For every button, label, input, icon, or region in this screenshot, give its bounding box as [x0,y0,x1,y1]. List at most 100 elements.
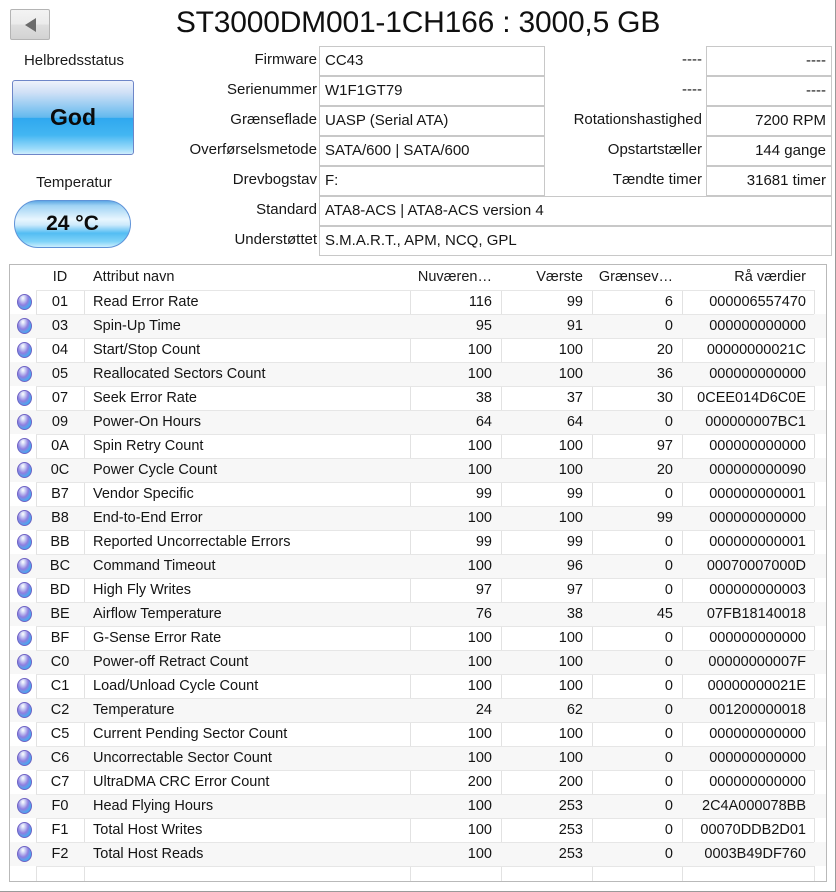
table-row[interactable]: 09Power-On Hours64640000000007BC1 [10,410,826,434]
info-label: Opstartstæller [548,136,702,166]
status-orb-icon [17,702,32,718]
table-row[interactable]: 04Start/Stop Count1001002000000000021C [10,338,826,362]
attribute-threshold: 6 [592,290,682,314]
table-row[interactable]: 05Reallocated Sectors Count1001003600000… [10,362,826,386]
attribute-current: 100 [410,650,501,674]
attribute-current: 100 [410,338,501,362]
table-row[interactable]: BCCommand Timeout10096000070007000D [10,554,826,578]
attribute-id: 0A [36,434,84,458]
attribute-worst: 253 [501,842,592,866]
table-row[interactable]: C1Load/Unload Cycle Count100100000000000… [10,674,826,698]
table-row[interactable]: B8End-to-End Error10010099000000000000 [10,506,826,530]
status-orb-icon [10,674,36,698]
attribute-raw: 000000000001 [682,530,814,554]
attribute-raw: 000006557470 [682,290,814,314]
attribute-current: 100 [410,842,501,866]
column-header-threshold[interactable]: Grænsev… [592,265,682,290]
table-row[interactable]: 0CPower Cycle Count10010020000000000090 [10,458,826,482]
attribute-worst: 100 [501,746,592,770]
status-orb-icon [10,722,36,746]
table-row[interactable]: B7Vendor Specific99990000000000001 [10,482,826,506]
table-row[interactable]: C6Uncorrectable Sector Count100100000000… [10,746,826,770]
status-orb-icon [17,294,32,310]
attribute-name: Power Cycle Count [84,458,410,482]
table-row[interactable]: BFG-Sense Error Rate1001000000000000000 [10,626,826,650]
attribute-threshold: 0 [592,842,682,866]
info-value[interactable]: 144 gange [706,136,832,166]
status-orb-icon [17,558,32,574]
attribute-worst: 100 [501,506,592,530]
attribute-current: 200 [410,770,501,794]
info-value[interactable]: ---- [706,46,832,76]
status-orb-icon [17,726,32,742]
table-row[interactable]: 07Seek Error Rate3837300CEE014D6C0E [10,386,826,410]
attribute-name: Load/Unload Cycle Count [84,674,410,698]
table-header-row: IDAttribut navnNuværen…VærsteGrænsev…Rå … [10,265,826,290]
attribute-threshold: 0 [592,530,682,554]
column-header-id[interactable]: ID [36,265,84,290]
attribute-threshold: 36 [592,362,682,386]
attribute-id: C0 [36,650,84,674]
table-row[interactable]: C2Temperature24620001200000018 [10,698,826,722]
table-row[interactable]: BBReported Uncorrectable Errors999900000… [10,530,826,554]
smart-attributes-table[interactable]: IDAttribut navnNuværen…VærsteGrænsev…Rå … [9,264,827,882]
column-header-current[interactable]: Nuværen… [410,265,501,290]
attribute-id: BB [36,530,84,554]
attribute-id: BE [36,602,84,626]
table-row[interactable]: C0Power-off Retract Count100100000000000… [10,650,826,674]
table-row[interactable]: 03Spin-Up Time95910000000000000 [10,314,826,338]
column-header-worst[interactable]: Værste [501,265,592,290]
column-header-raw[interactable]: Rå værdier [682,265,814,290]
attribute-worst: 200 [501,770,592,794]
status-orb-icon [17,822,32,838]
attribute-current: 76 [410,602,501,626]
attribute-name: Power-On Hours [84,410,410,434]
status-orb-icon [17,630,32,646]
status-orb-icon [10,602,36,626]
attribute-raw: 000000000000 [682,746,814,770]
info-value[interactable]: ATA8-ACS | ATA8-ACS version 4 [319,196,832,226]
info-value[interactable]: 31681 timer [706,166,832,196]
status-orb-icon [10,842,36,866]
attribute-worst: 62 [501,698,592,722]
table-row[interactable]: BDHigh Fly Writes97970000000000003 [10,578,826,602]
attribute-worst: 100 [501,650,592,674]
info-value[interactable]: ---- [706,76,832,106]
attribute-id: 0C [36,458,84,482]
attribute-current: 100 [410,458,501,482]
attribute-raw: 000000000003 [682,578,814,602]
table-row[interactable]: BEAirflow Temperature76384507FB18140018 [10,602,826,626]
info-value[interactable]: S.M.A.R.T., APM, NCQ, GPL [319,226,832,256]
attribute-current: 100 [410,626,501,650]
table-row[interactable]: F0Head Flying Hours10025302C4A000078BB [10,794,826,818]
info-value[interactable]: 7200 RPM [706,106,832,136]
info-row: StandardATA8-ACS | ATA8-ACS version 4 [0,196,836,226]
status-orb-icon [17,774,32,790]
table-row[interactable]: 0ASpin Retry Count10010097000000000000 [10,434,826,458]
attribute-name: Command Timeout [84,554,410,578]
attribute-raw: 000000007BC1 [682,410,814,434]
attribute-name: Airflow Temperature [84,602,410,626]
status-orb-icon [10,554,36,578]
table-row[interactable]: C5Current Pending Sector Count1001000000… [10,722,826,746]
attribute-worst: 100 [501,722,592,746]
status-orb-icon [10,386,36,410]
status-orb-icon [10,314,36,338]
status-orb-icon [17,438,32,454]
attribute-name: Seek Error Rate [84,386,410,410]
status-orb-icon [17,462,32,478]
attribute-worst: 100 [501,458,592,482]
table-row[interactable]: F1Total Host Writes100253000070DDB2D01 [10,818,826,842]
column-header-name[interactable]: Attribut navn [84,265,410,290]
attribute-raw: 000000000000 [682,770,814,794]
table-row[interactable]: 01Read Error Rate116996000006557470 [10,290,826,314]
attribute-name: Reported Uncorrectable Errors [84,530,410,554]
table-row[interactable]: F2Total Host Reads10025300003B49DF760 [10,842,826,866]
status-orb-icon [10,482,36,506]
info-label: ---- [548,46,702,76]
info-row: -------- [0,46,836,76]
attribute-id: B8 [36,506,84,530]
status-orb-icon [10,626,36,650]
table-row[interactable]: C7UltraDMA CRC Error Count20020000000000… [10,770,826,794]
attribute-worst: 96 [501,554,592,578]
